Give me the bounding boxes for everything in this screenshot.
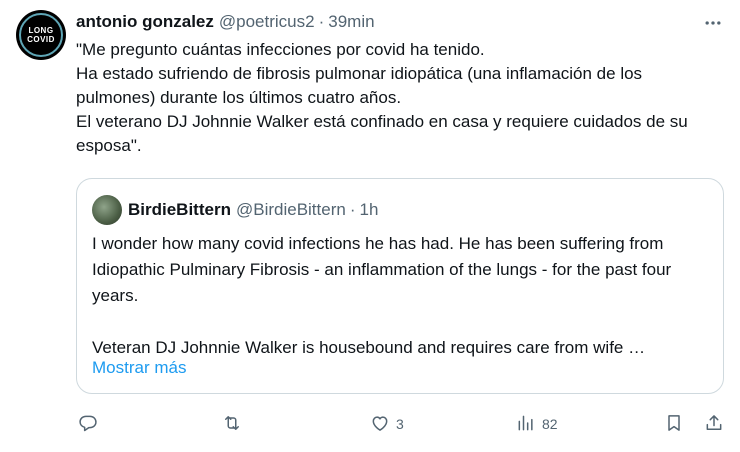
quote-avatar[interactable] [92,195,122,225]
retweet-icon [222,413,242,436]
quote-header: BirdieBittern @BirdieBittern · 1h [92,195,378,225]
quote-text: I wonder how many covid infections he ha… [92,234,672,357]
avatar[interactable]: LONG COVID [16,10,66,60]
like-button[interactable]: 3 [370,408,404,440]
action-bar: 3 82 [76,408,726,440]
tweet-header: antonio gonzalez @poetricus2 · 39min [76,10,375,34]
tweet-text: "Me pregunto cuántas infecciones por cov… [76,40,688,155]
avatar-text-line1: LONG [28,25,54,35]
quote-time[interactable]: 1h [360,200,379,220]
retweet-button[interactable] [222,408,248,440]
views-icon [516,413,536,436]
author-name[interactable]: antonio gonzalez [76,12,214,32]
avatar-badge: LONG COVID [19,13,63,57]
more-icon[interactable] [702,12,724,34]
share-icon [704,413,724,436]
views-button[interactable]: 82 [516,408,558,440]
bookmark-icon [664,413,684,436]
show-more-link[interactable]: Mostrar más [92,356,186,380]
share-button[interactable] [704,408,724,440]
bookmark-button[interactable] [664,408,684,440]
separator-dot: · [318,12,325,31]
quote-author-name[interactable]: BirdieBittern [128,200,231,220]
avatar-text-line2: COVID [27,34,55,44]
tweet-time[interactable]: 39min [328,12,374,32]
quote-author-handle[interactable]: @BirdieBittern [236,200,346,220]
author-handle[interactable]: @poetricus2 [219,12,315,32]
views-count: 82 [542,416,558,432]
quoted-tweet[interactable]: BirdieBittern @BirdieBittern · 1h I wond… [76,178,724,394]
reply-icon [78,413,98,436]
like-count: 3 [396,416,404,432]
reply-button[interactable] [78,408,104,440]
quote-separator-dot: · [349,200,356,219]
like-icon [370,413,390,436]
